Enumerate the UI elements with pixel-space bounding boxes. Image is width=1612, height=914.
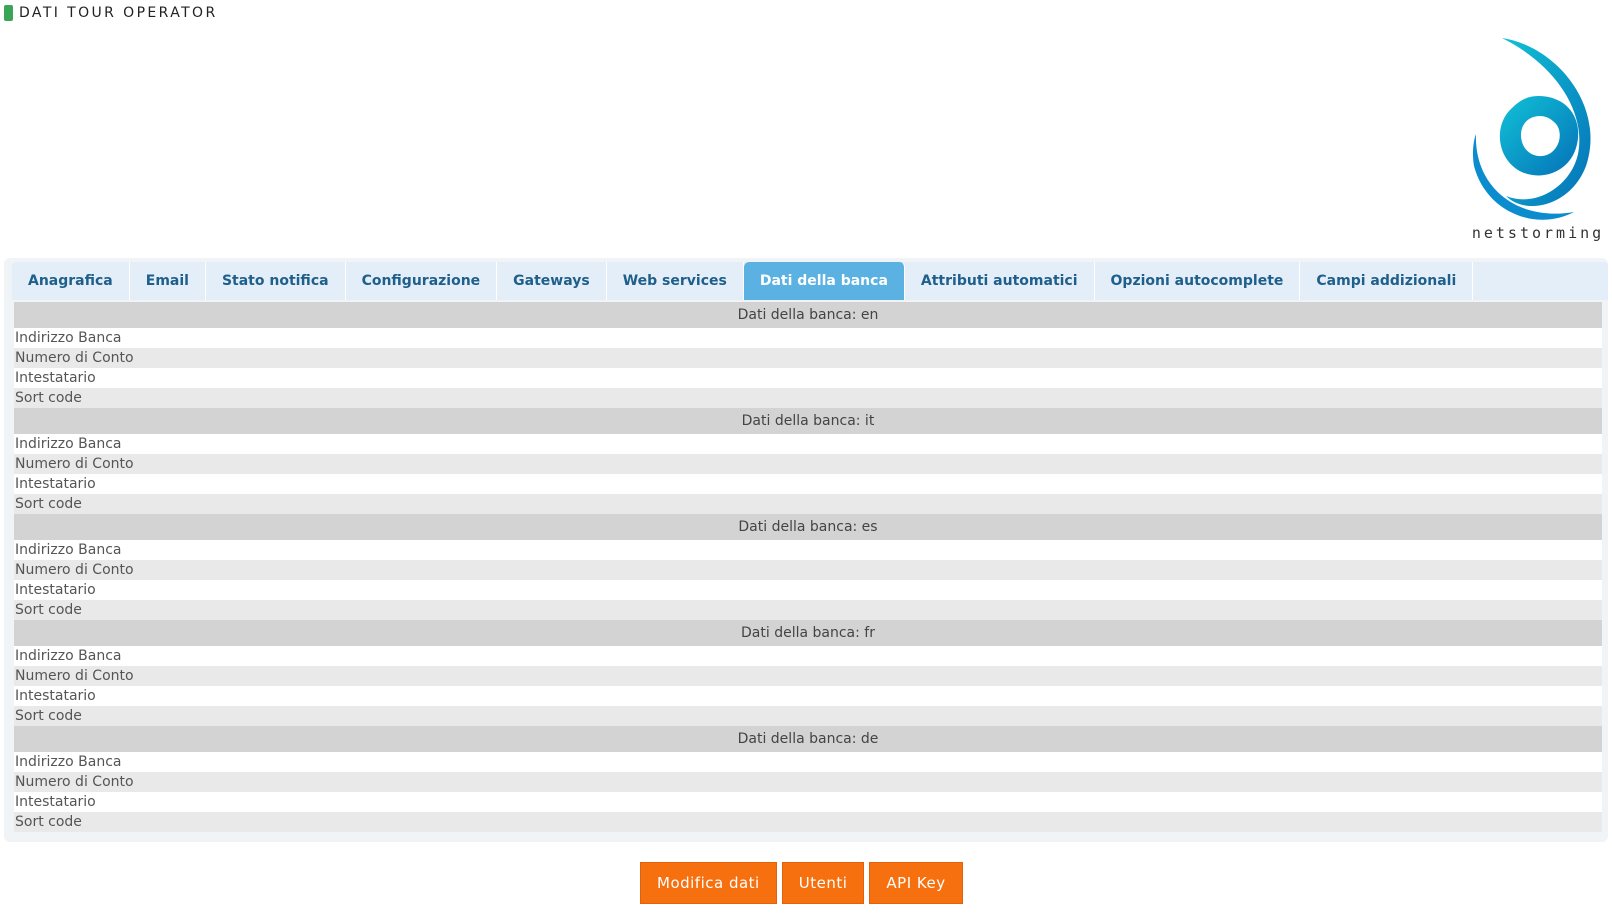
table-row: Intestatario [14, 368, 1602, 388]
table-row: Numero di Conto [14, 560, 1602, 580]
table-row: Sort code [14, 388, 1602, 408]
tab-bar: Anagrafica Email Stato notifica Configurazi… [12, 262, 1608, 300]
main-panel: Anagrafica Email Stato notifica Configurazi… [4, 258, 1608, 842]
page-header: DATI TOUR OPERATOR [4, 4, 218, 22]
tab-email[interactable]: Email [130, 262, 206, 300]
table-row: Numero di Conto [14, 772, 1602, 792]
bank-data-table: Dati della banca: en Indirizzo Banca Numer… [14, 302, 1602, 832]
tab-gateways[interactable]: Gateways [497, 262, 607, 300]
tab-stato-notifica[interactable]: Stato notifica [206, 262, 346, 300]
table-row: Sort code [14, 812, 1602, 832]
table-row: Intestatario [14, 474, 1602, 494]
action-buttons: Modifica dati Utenti API Key [640, 862, 963, 904]
tab-campi-addizionali[interactable]: Campi addizionali [1300, 262, 1474, 300]
section-header: Dati della banca: fr [14, 620, 1602, 646]
table-row: Intestatario [14, 792, 1602, 812]
table-row: Intestatario [14, 686, 1602, 706]
table-row: Sort code [14, 600, 1602, 620]
api-key-button[interactable]: API Key [869, 862, 963, 904]
table-row: Numero di Conto [14, 348, 1602, 368]
table-row: Indirizzo Banca [14, 434, 1602, 454]
tab-attributi-automatici[interactable]: Attributi automatici [905, 262, 1095, 300]
table-row: Sort code [14, 706, 1602, 726]
section-rows: Indirizzo Banca Numero di Conto Intestatar… [14, 752, 1602, 832]
users-button[interactable]: Utenti [781, 862, 865, 904]
tab-web-services[interactable]: Web services [607, 262, 744, 300]
header-marker-icon [4, 5, 13, 21]
table-row: Indirizzo Banca [14, 540, 1602, 560]
logo-text: netstorming [1472, 224, 1604, 242]
section-header: Dati della banca: es [14, 514, 1602, 540]
table-row: Intestatario [14, 580, 1602, 600]
section-rows: Indirizzo Banca Numero di Conto Intestatar… [14, 434, 1602, 514]
table-row: Indirizzo Banca [14, 646, 1602, 666]
section-rows: Indirizzo Banca Numero di Conto Intestatar… [14, 328, 1602, 408]
table-row: Indirizzo Banca [14, 752, 1602, 772]
netstorming-logo: netstorming [1466, 36, 1610, 250]
tab-anagrafica[interactable]: Anagrafica [12, 262, 130, 300]
table-row: Numero di Conto [14, 454, 1602, 474]
tab-dati-della-banca[interactable]: Dati della banca [743, 262, 905, 300]
tab-opzioni-autocomplete[interactable]: Opzioni autocomplete [1095, 262, 1301, 300]
table-row: Indirizzo Banca [14, 328, 1602, 348]
section-rows: Indirizzo Banca Numero di Conto Intestatar… [14, 646, 1602, 726]
section-header: Dati della banca: en [14, 302, 1602, 328]
section-header: Dati della banca: de [14, 726, 1602, 752]
table-row: Numero di Conto [14, 666, 1602, 686]
section-header: Dati della banca: it [14, 408, 1602, 434]
modify-data-button[interactable]: Modifica dati [640, 862, 777, 904]
page-title: DATI TOUR OPERATOR [19, 5, 218, 21]
table-row: Sort code [14, 494, 1602, 514]
section-rows: Indirizzo Banca Numero di Conto Intestatar… [14, 540, 1602, 620]
tab-configurazione[interactable]: Configurazione [346, 262, 498, 300]
